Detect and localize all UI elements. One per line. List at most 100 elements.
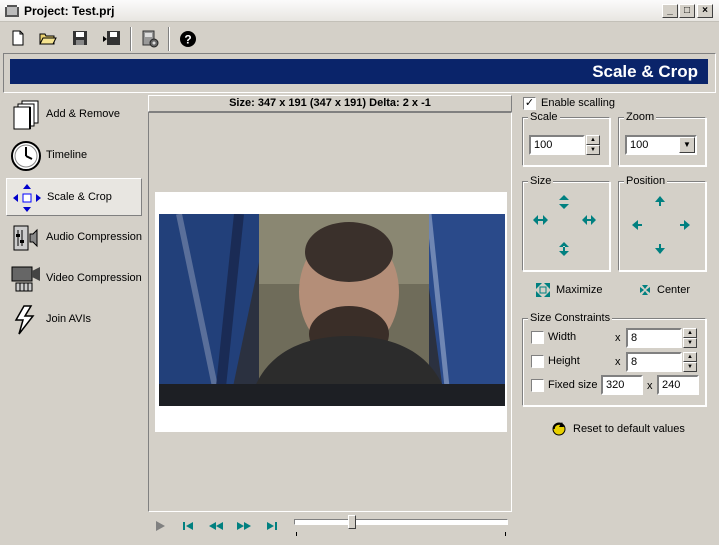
help-icon: ? (180, 31, 196, 47)
width-multiplier-x: x (615, 332, 621, 344)
sidebar-item-video-compression[interactable]: Video Compression (6, 260, 142, 298)
position-arrows (632, 196, 690, 254)
maximize-button[interactable]: □ (679, 4, 695, 18)
height-constraint-checkbox[interactable] (531, 355, 544, 368)
height-spinner[interactable]: ▲ ▼ (683, 352, 697, 372)
floppy-icon (73, 31, 87, 45)
save-as-button[interactable] (100, 27, 124, 49)
maximize-button[interactable]: Maximize (535, 282, 605, 300)
spin-down-icon: ▼ (683, 362, 697, 372)
size-arrows (533, 195, 596, 256)
reset-defaults-button[interactable]: Reset to default values (550, 420, 690, 438)
grow-height-icon[interactable] (559, 195, 569, 209)
spin-down-icon: ▼ (586, 145, 600, 155)
maximize-label: Maximize (556, 284, 603, 296)
fixed-height-input[interactable]: 240 (657, 375, 699, 395)
rewind-icon (209, 522, 223, 530)
window-title: Project: Test.prj (24, 4, 115, 18)
zoom-group-title: Zoom (624, 111, 657, 123)
shrink-height-icon[interactable] (559, 242, 569, 256)
open-folder-icon (39, 33, 57, 45)
maximize-icon (536, 283, 550, 297)
fixed-size-x: x (647, 380, 653, 392)
new-file-icon (12, 30, 24, 46)
toolbar: ? (0, 24, 719, 54)
spin-up-icon: ▲ (586, 135, 600, 145)
sidebar-item-scale-crop[interactable]: Scale & Crop (6, 178, 142, 216)
sidebar-item-audio-compression[interactable]: Audio Compression (6, 219, 142, 257)
toolbar-separator (168, 27, 170, 51)
help-button[interactable]: ? (176, 27, 200, 49)
scale-input[interactable]: 100 (529, 135, 585, 155)
shrink-width-icon[interactable] (533, 215, 548, 225)
width-constraint-checkbox[interactable] (531, 331, 544, 344)
sidebar-item-timeline[interactable]: Timeline (6, 137, 142, 175)
center-label: Center (657, 284, 691, 296)
fast-forward-button[interactable] (235, 519, 253, 535)
project-settings-button[interactable] (138, 27, 162, 49)
rewind-button[interactable] (207, 519, 225, 535)
seek-tick (296, 532, 297, 536)
go-to-start-button[interactable] (180, 519, 198, 535)
save-button[interactable] (68, 27, 92, 49)
sidebar-item-label: Join AVIs (46, 313, 92, 325)
center-icon (640, 285, 650, 295)
fixed-width-input[interactable]: 320 (601, 375, 643, 395)
size-info-bar: Size: 347 x 191 (347 x 191) Delta: 2 x -… (148, 95, 512, 112)
width-constraint-input[interactable]: 8 (626, 328, 682, 348)
move-up-icon[interactable] (655, 196, 665, 206)
video-preview-frame (159, 214, 505, 406)
sidebar-item-join-avis[interactable]: Join AVIs (6, 301, 142, 339)
seek-slider[interactable] (294, 519, 508, 525)
film-app-icon (4, 3, 20, 19)
height-multiplier-x: x (615, 356, 621, 368)
fast-forward-icon (237, 522, 251, 530)
toolbar-separator (130, 27, 132, 51)
sidebar-item-label: Video Compression (46, 272, 142, 284)
sidebar-item-label: Scale & Crop (47, 191, 112, 203)
play-button[interactable] (152, 519, 170, 535)
minimize-button[interactable]: _ (662, 4, 678, 18)
size-constraints-title: Size Constraints (528, 312, 613, 324)
move-left-icon[interactable] (632, 220, 642, 230)
width-constraint-label: Width (548, 331, 577, 343)
seek-slider-thumb[interactable] (347, 515, 356, 529)
go-to-end-button[interactable] (264, 519, 282, 535)
scale-arrows-icon (11, 182, 43, 214)
open-button[interactable] (36, 27, 60, 49)
audio-compression-icon (10, 222, 42, 254)
fixed-size-checkbox[interactable] (531, 379, 544, 392)
chevron-down-icon[interactable]: ▼ (679, 137, 695, 153)
save-as-icon (103, 31, 120, 45)
clock-icon (10, 140, 42, 172)
undo-reset-icon (552, 422, 566, 436)
video-compression-icon (10, 263, 42, 295)
seek-tick (505, 532, 506, 536)
skip-start-icon (183, 522, 193, 530)
enable-scaling-checkbox[interactable]: ✓ (523, 97, 536, 110)
page-title: Scale & Crop (10, 59, 708, 84)
sidebar-item-add-remove[interactable]: Add & Remove (6, 96, 142, 134)
move-down-icon[interactable] (655, 244, 665, 254)
sidebar-item-label: Add & Remove (46, 108, 120, 120)
spin-down-icon: ▼ (683, 338, 697, 348)
play-icon (156, 521, 165, 531)
close-button[interactable]: × (697, 4, 713, 18)
spin-up-icon: ▲ (683, 352, 697, 362)
height-constraint-label: Height (548, 355, 580, 367)
new-file-button[interactable] (6, 27, 30, 49)
scale-group-title: Scale (528, 111, 560, 123)
scale-spinner[interactable]: ▲ ▼ (586, 135, 600, 155)
fixed-size-label: Fixed size (548, 379, 598, 391)
spin-up-icon: ▲ (683, 328, 697, 338)
size-group-title: Size (528, 175, 554, 187)
move-right-icon[interactable] (680, 220, 690, 230)
pages-icon (10, 99, 42, 131)
lightning-icon (10, 304, 42, 336)
skip-end-icon (267, 522, 277, 530)
film-gear-icon (142, 30, 159, 48)
height-constraint-input[interactable]: 8 (626, 352, 682, 372)
center-button[interactable]: Center (637, 282, 697, 300)
grow-width-icon[interactable] (582, 215, 596, 225)
width-spinner[interactable]: ▲ ▼ (683, 328, 697, 348)
